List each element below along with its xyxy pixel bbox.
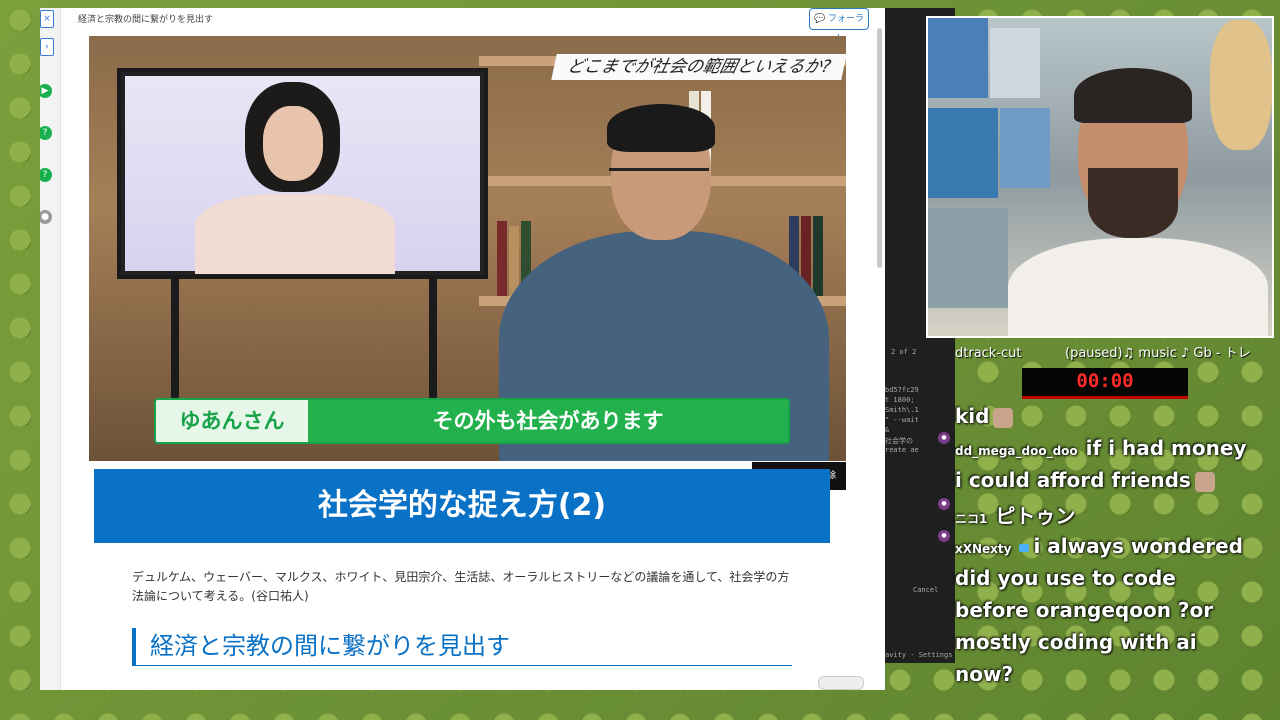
stream-timer: 00:00 [1022, 368, 1188, 399]
help-icon[interactable]: ? [40, 168, 52, 182]
chat-text: kid [955, 404, 990, 428]
speaker-name: ゆあんさん [156, 400, 308, 442]
chat-message: ニコ1 ピトゥン [955, 500, 1075, 529]
chat-message: dd_mega_doo_doo if i had money [955, 436, 1246, 460]
tv-stand [171, 276, 179, 406]
circle-icon[interactable]: ● [40, 210, 52, 224]
wall-poster [990, 28, 1040, 98]
streamer-hair [1074, 68, 1192, 123]
play-icon[interactable]: ▶ [40, 84, 52, 98]
stream-chat: kid ● dd_mega_doo_doo if i had money i co… [938, 398, 1275, 690]
overlay-left-text: dtrack-cut [955, 346, 1022, 361]
lesson-description: デュルケム、ウェーバー、マルクス、ホワイト、見田宗介、生活誌、オーラルヒストリー… [132, 570, 790, 603]
chevron-right-icon[interactable]: › [40, 38, 54, 56]
ide-code-line: & [885, 426, 890, 434]
chat-message: xXNexty i always wondered [955, 534, 1243, 558]
breadcrumb: 経済と宗教の間に繋がりを見出す [78, 15, 214, 25]
video-player[interactable]: どこまでが社会の範囲といえるか? ゆあんさん その外も社会があります [89, 36, 846, 461]
subscriber-badge-icon [1019, 543, 1030, 552]
lesson-title: 社会学的な捉え方(2) [94, 469, 830, 543]
topic-banner: どこまでが社会の範囲といえるか? [551, 54, 846, 80]
presenter-glasses [609, 168, 709, 191]
ide-status: avity - Settings [885, 651, 953, 659]
ide-code-line: bd57fc29 [885, 386, 919, 394]
chat-message: before orangeqoon ?or [955, 598, 1213, 622]
status-chip[interactable] [818, 676, 864, 690]
forum-button[interactable]: 💬 フォーラム [809, 8, 869, 44]
chat-message: now? [955, 662, 1013, 686]
streamer-body [1008, 238, 1268, 336]
chat-text: before orangeqoon ?or [955, 598, 1214, 622]
chat-text: i could afford friends [955, 468, 1191, 492]
ide-code-line: 社会学の [885, 437, 913, 445]
chat-bubble-icon: 💬 [813, 14, 826, 24]
chat-text: now? [955, 662, 1014, 686]
chat-message: i could afford friends [955, 468, 1215, 492]
chat-avatar: ● [938, 432, 950, 444]
streamer-beard [1088, 168, 1178, 238]
presenter-hair [607, 104, 715, 152]
chat-avatar: ● [938, 498, 950, 510]
chat-message: did you use to code [955, 566, 1176, 590]
chat-message: kid [955, 404, 1014, 428]
ide-tab-label[interactable]: 2 of 2 [891, 348, 916, 356]
music-ticker: (paused)♫ music ♪ Gb - トレ [1065, 346, 1251, 361]
remote-guest-screen [125, 76, 480, 274]
ide-code-line: t 1800; [885, 396, 915, 404]
chat-username: xXNexty [955, 542, 1012, 556]
wall-poster [1000, 108, 1050, 188]
teddy-bear [1210, 20, 1272, 150]
scrollbar[interactable] [877, 28, 882, 268]
chat-avatar: ● [938, 530, 950, 542]
chat-text: i always wondered [1033, 534, 1243, 558]
close-icon[interactable]: × [40, 10, 54, 28]
chat-username: ニコ1 [955, 512, 988, 526]
book [497, 221, 507, 296]
chat-text: if i had money [1085, 436, 1247, 460]
chat-text: ピトゥン [995, 504, 1076, 528]
chat-username: dd_mega_doo_doo [955, 444, 1078, 458]
ide-code-line: reate ae [885, 446, 919, 454]
caption-lower-third: ゆあんさん その外も社会があります [154, 398, 790, 444]
wall-poster [928, 18, 988, 98]
chat-text: did you use to code [955, 566, 1176, 590]
ide-cancel-button[interactable]: Cancel [913, 586, 938, 594]
tv-monitor [117, 68, 488, 279]
emote-icon [1194, 471, 1215, 492]
ide-code-line: " --wait [885, 416, 919, 424]
chat-text: mostly coding with ai [955, 630, 1197, 654]
webcam-feed [926, 16, 1274, 338]
guest-body [195, 194, 395, 274]
guest-face [263, 106, 323, 181]
now-playing-bar: dtrack-cut (paused)♫ music ♪ Gb - トレ [955, 344, 1275, 366]
left-rail: × › ▶ ? ? ● [40, 8, 61, 690]
wall-poster [928, 108, 998, 198]
caption-text: その外も社会があります [308, 400, 788, 442]
wall-poster [928, 208, 1008, 308]
help-icon[interactable]: ? [40, 126, 52, 140]
section-heading: 経済と宗教の間に繋がりを見出す [132, 628, 792, 666]
chat-message: mostly coding with ai [955, 630, 1197, 654]
browser-window: × › ▶ ? ? ● 経済と宗教の間に繋がりを見出す 💬 フォーラム [40, 8, 885, 690]
emote-icon [993, 407, 1014, 428]
book [813, 216, 823, 296]
tv-stand [429, 276, 437, 406]
ide-code-line: Smith\.1 [885, 406, 919, 414]
